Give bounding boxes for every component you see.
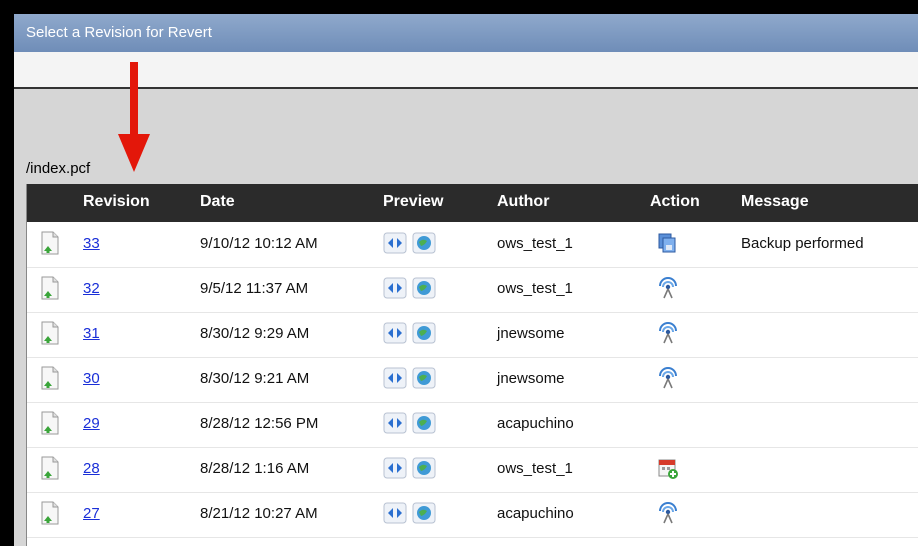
- table-header: Revision Date Preview Author Action Mess…: [27, 184, 918, 222]
- revision-message: Backup performed: [741, 235, 864, 252]
- backup-icon: [657, 232, 679, 254]
- table-row: 31 8/30/12 9:29 AM jnewsome: [27, 312, 918, 358]
- file-revision-icon: [41, 456, 59, 480]
- publish-icon: [657, 367, 679, 389]
- preview-icons[interactable]: [383, 501, 445, 529]
- revision-date: 8/21/12 10:27 AM: [200, 505, 318, 522]
- preview-icons[interactable]: [383, 231, 445, 259]
- file-revision-icon: [41, 411, 59, 435]
- red-arrow-annotation: [118, 62, 150, 172]
- col-revision[interactable]: Revision: [83, 193, 150, 211]
- table-row: 33 9/10/12 10:12 AM ows_test_1 Backup perfo…: [27, 222, 918, 268]
- table-row: 27 8/21/12 10:27 AM acapuchino: [27, 492, 918, 538]
- file-revision-icon: [41, 231, 59, 255]
- table-row: 32 9/5/12 11:37 AM ows_test_1: [27, 267, 918, 313]
- preview-icons[interactable]: [383, 411, 445, 439]
- revision-date: 9/10/12 10:12 AM: [200, 235, 318, 252]
- col-date[interactable]: Date: [200, 193, 235, 211]
- revision-author: acapuchino: [497, 505, 574, 522]
- publish-icon: [657, 502, 679, 524]
- file-revision-icon: [41, 276, 59, 300]
- file-revision-icon: [41, 366, 59, 390]
- publish-icon: [657, 322, 679, 344]
- col-message: Message: [741, 193, 809, 210]
- screen-frame-left: [0, 0, 14, 546]
- file-revision-icon: [41, 501, 59, 525]
- revision-author: ows_test_1: [497, 235, 573, 252]
- preview-icons[interactable]: [383, 276, 445, 304]
- revision-link[interactable]: 29: [83, 415, 100, 432]
- preview-icons[interactable]: [383, 366, 445, 394]
- table-row: 30 8/30/12 9:21 AM jnewsome: [27, 357, 918, 403]
- preview-icons[interactable]: [383, 456, 445, 484]
- col-author[interactable]: Author: [497, 193, 549, 211]
- revision-date: 9/5/12 11:37 AM: [200, 280, 309, 297]
- revision-link[interactable]: 28: [83, 460, 100, 477]
- screen-frame-top: [0, 0, 918, 14]
- revision-link[interactable]: 27: [83, 505, 100, 522]
- revision-link[interactable]: 30: [83, 370, 100, 387]
- revision-date: 8/28/12 1:16 AM: [200, 460, 310, 477]
- file-revision-icon: [41, 321, 59, 345]
- revision-author: jnewsome: [497, 370, 565, 387]
- revision-author: ows_test_1: [497, 280, 573, 297]
- col-preview: Preview: [383, 193, 444, 210]
- col-action: Action: [650, 193, 700, 210]
- revision-date: 8/30/12 9:29 AM: [200, 325, 310, 342]
- dialog-title: Select a Revision for Revert: [14, 14, 918, 52]
- revision-link[interactable]: 33: [83, 235, 100, 252]
- revision-link[interactable]: 31: [83, 325, 100, 342]
- revision-date: 8/28/12 12:56 PM: [200, 415, 319, 432]
- revision-author: ows_test_1: [497, 460, 573, 477]
- table-row: 28 8/28/12 1:16 AM ows_test_1: [27, 447, 918, 493]
- schedule-icon: [657, 457, 679, 479]
- publish-icon: [657, 277, 679, 299]
- revision-author: acapuchino: [497, 415, 574, 432]
- revision-author: jnewsome: [497, 325, 565, 342]
- revision-link[interactable]: 32: [83, 280, 100, 297]
- file-path: /index.pcf: [26, 160, 91, 177]
- preview-icons[interactable]: [383, 321, 445, 349]
- revision-date: 8/30/12 9:21 AM: [200, 370, 310, 387]
- revisions-table: Revision Date Preview Author Action Mess…: [26, 184, 918, 546]
- table-row: 29 8/28/12 12:56 PM acapuchino: [27, 402, 918, 448]
